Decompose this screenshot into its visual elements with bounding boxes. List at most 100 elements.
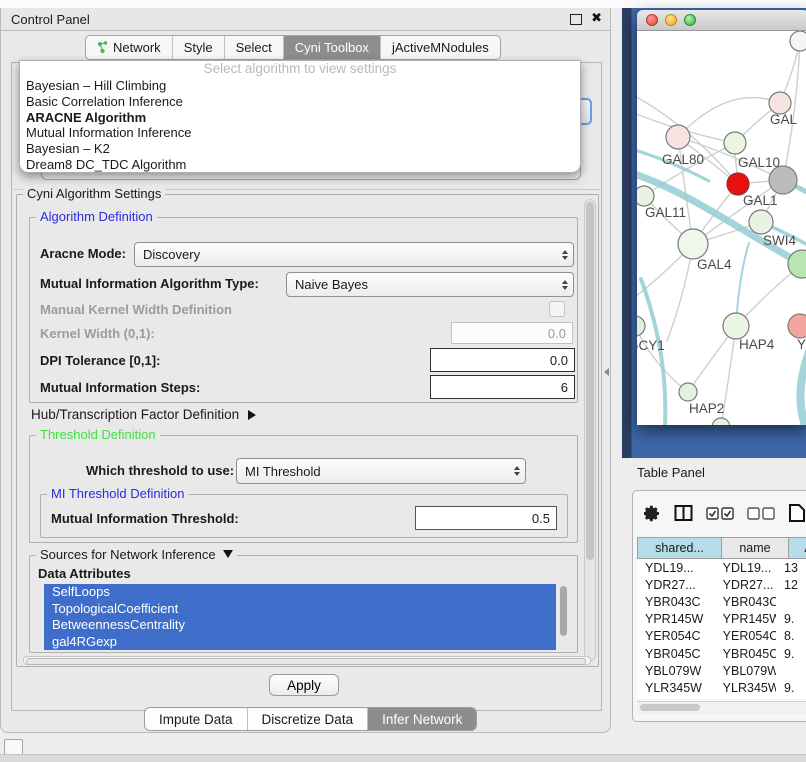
- table-cell: YLR345W: [637, 681, 715, 695]
- aracne-mode-select[interactable]: Discovery: [134, 242, 574, 267]
- dpi-tolerance-label: DPI Tolerance [0,1]:: [40, 353, 160, 368]
- network-node[interactable]: [769, 92, 791, 114]
- close-icon[interactable]: ✖: [591, 10, 602, 26]
- mi-steps-field[interactable]: 6: [430, 375, 575, 399]
- settings-hscrollbar[interactable]: [23, 656, 591, 665]
- tab-jactivemnodules[interactable]: jActiveMNodules: [380, 36, 500, 59]
- table-panel: shared... name A YDL19...YDL19...13YDR27…: [632, 490, 806, 722]
- network-window-titlebar: [637, 10, 806, 31]
- app-screen: Control Panel ✖ NetworkStyleSelectCyni T…: [0, 0, 806, 762]
- table-row[interactable]: YBL079WYBL079W: [637, 662, 806, 679]
- network-node[interactable]: [769, 166, 797, 194]
- attribute-item[interactable]: gal4RGexp: [44, 634, 556, 651]
- hub-definition-expander[interactable]: Hub/Transcription Factor Definition: [31, 407, 256, 422]
- table-hscrollbar[interactable]: [637, 701, 806, 714]
- kernel-width-value: 0.0: [548, 326, 566, 341]
- checked-pair-icon[interactable]: [706, 507, 734, 520]
- network-edge[interactable]: [678, 98, 780, 137]
- column-header[interactable]: name: [722, 537, 789, 559]
- mi-type-value: Naive Bayes: [287, 277, 557, 292]
- network-window[interactable]: GALGAL80GAL10GAL1GAL11SWI4GAL4GCY1HAP4YH…: [637, 10, 806, 425]
- algorithm-option[interactable]: Bayesian – Hill Climbing: [20, 78, 580, 94]
- table-row[interactable]: YDR27...YDR27...12: [637, 576, 806, 593]
- threshold-definition-group: Threshold Definition Which threshold to …: [29, 435, 578, 543]
- table-row[interactable]: YLR345WYLR345W9.: [637, 679, 806, 696]
- tab-cyni-toolbox[interactable]: Cyni Toolbox: [283, 36, 380, 59]
- table-row[interactable]: YIL052CYIL052C9: [637, 697, 806, 700]
- table-cell: YBL079W: [715, 664, 776, 678]
- attributes-scrollbar-thumb[interactable]: [560, 586, 567, 636]
- network-node[interactable]: [678, 229, 708, 259]
- manual-kernel-label: Manual Kernel Width Definition: [40, 302, 232, 317]
- algorithm-option[interactable]: Basic Correlation Inference: [20, 94, 580, 110]
- which-threshold-select[interactable]: MI Threshold: [236, 458, 526, 484]
- mi-type-select[interactable]: Naive Bayes: [286, 272, 574, 297]
- network-node[interactable]: [723, 313, 749, 339]
- document-icon[interactable]: [788, 503, 806, 523]
- mi-threshold-field[interactable]: 0.5: [415, 506, 557, 530]
- network-canvas[interactable]: GALGAL80GAL10GAL1GAL11SWI4GAL4GCY1HAP4YH…: [637, 31, 806, 425]
- table-cell: YLR345W: [715, 681, 776, 695]
- node-label: SWI4: [763, 233, 796, 248]
- cyni-algorithm-settings-group: Cyni Algorithm Settings Algorithm Defini…: [16, 194, 599, 667]
- table-row[interactable]: YDL19...YDL19...13: [637, 559, 806, 576]
- network-node[interactable]: [727, 173, 749, 195]
- network-node[interactable]: [637, 186, 654, 206]
- table-cell: YBR043C: [637, 595, 715, 609]
- network-node[interactable]: [724, 132, 746, 154]
- network-node[interactable]: [788, 314, 806, 338]
- network-edge[interactable]: [644, 143, 735, 196]
- tab-network[interactable]: Network: [86, 36, 172, 59]
- attribute-item[interactable]: BetweennessCentrality: [44, 617, 556, 634]
- network-node[interactable]: [712, 418, 730, 425]
- algorithm-option[interactable]: Dream8 DC_TDC Algorithm: [20, 157, 580, 173]
- table-header: shared... name A: [637, 537, 806, 559]
- table-row[interactable]: YER054CYER054C8.: [637, 628, 806, 645]
- kernel-width-field[interactable]: 0.0: [451, 322, 573, 344]
- column-header[interactable]: A: [789, 537, 806, 559]
- table-cell: YBR045C: [637, 647, 715, 661]
- tab-select[interactable]: Select: [224, 36, 283, 59]
- close-traffic-light-icon[interactable]: [646, 14, 658, 26]
- columns-icon[interactable]: [674, 504, 693, 522]
- column-header[interactable]: shared...: [637, 537, 722, 559]
- control-panel: Control Panel ✖ NetworkStyleSelectCyni T…: [0, 8, 611, 733]
- settings-scrollbar-thumb[interactable]: [586, 202, 594, 560]
- algorithm-option[interactable]: ARACNE Algorithm: [20, 110, 580, 126]
- tab-style[interactable]: Style: [172, 36, 224, 59]
- table-row[interactable]: YBR045CYBR045C9.: [637, 645, 806, 662]
- manual-kernel-checkbox[interactable]: [549, 301, 565, 317]
- unchecked-pair-icon[interactable]: [747, 507, 775, 520]
- tab-impute-data[interactable]: Impute Data: [145, 708, 247, 730]
- tab-infer-network[interactable]: Infer Network: [367, 708, 476, 730]
- settings-scrollbar[interactable]: [584, 199, 596, 661]
- data-attributes-list[interactable]: SelfLoopsTopologicalCoefficientBetweenne…: [44, 584, 556, 650]
- algorithm-definition-title: Algorithm Definition: [36, 209, 157, 224]
- minimize-traffic-light-icon[interactable]: [665, 14, 677, 26]
- float-window-icon[interactable]: [570, 14, 582, 25]
- table-row[interactable]: YBR043CYBR043C: [637, 593, 806, 610]
- table-cell: 9.: [776, 681, 806, 695]
- attribute-item[interactable]: SelfLoops: [44, 584, 556, 601]
- network-node[interactable]: [666, 125, 690, 149]
- zoom-traffic-light-icon[interactable]: [684, 14, 696, 26]
- sources-group-title[interactable]: Sources for Network Inference: [36, 547, 237, 562]
- attribute-item[interactable]: TopologicalCoefficient: [44, 601, 556, 618]
- algorithm-option[interactable]: Bayesian – K2: [20, 141, 580, 157]
- table-row[interactable]: YPR145WYPR145W9.: [637, 611, 806, 628]
- gear-icon[interactable]: [644, 505, 661, 522]
- table-cell: YBR045C: [715, 647, 776, 661]
- network-node[interactable]: [637, 316, 645, 336]
- network-node[interactable]: [790, 31, 806, 51]
- table-hscrollbar-thumb[interactable]: [640, 704, 700, 711]
- tab-discretize-data[interactable]: Discretize Data: [247, 708, 368, 730]
- algorithm-option[interactable]: Mutual Information Inference: [20, 125, 580, 141]
- apply-button[interactable]: Apply: [269, 674, 339, 696]
- node-label: HAP2: [689, 401, 724, 416]
- network-node[interactable]: [749, 210, 773, 234]
- table-cell: YER054C: [715, 629, 776, 643]
- panel-divider-collapse-icon[interactable]: [604, 368, 609, 376]
- settings-hscrollbar-thumb[interactable]: [26, 658, 586, 665]
- network-node[interactable]: [679, 383, 697, 401]
- dpi-tolerance-field[interactable]: 0.0: [430, 348, 575, 372]
